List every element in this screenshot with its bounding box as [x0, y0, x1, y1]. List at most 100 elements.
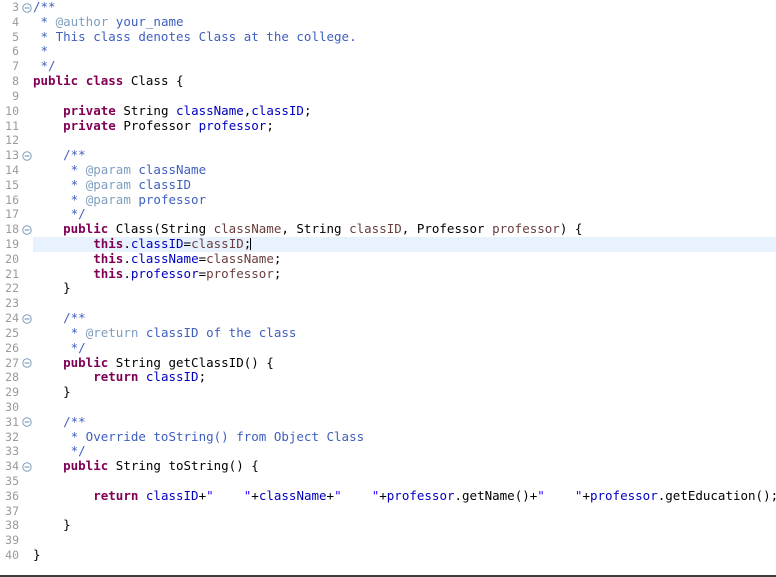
code-line[interactable]: 11 private Professor professor; — [0, 118, 776, 134]
code-line-text[interactable]: this.classID=classID; — [33, 236, 252, 252]
editor-gutter-cell[interactable]: 6 — [0, 44, 33, 60]
editor-gutter-cell[interactable]: 30 — [0, 399, 33, 415]
code-line[interactable]: 5 * This class denotes Class at the coll… — [0, 29, 776, 45]
code-line[interactable]: 10 private String className,classID; — [0, 103, 776, 119]
collapse-minus-circle-icon[interactable] — [22, 150, 32, 161]
code-line[interactable]: 19 this.classID=classID; — [0, 236, 776, 252]
code-line[interactable]: 37 — [0, 503, 776, 519]
code-line-text[interactable]: } — [33, 547, 41, 563]
editor-gutter-cell[interactable]: 22 — [0, 281, 33, 297]
code-line[interactable]: 32 * Override toString() from Object Cla… — [0, 429, 776, 445]
editor-gutter-cell[interactable]: 24 — [0, 311, 33, 326]
code-line-text[interactable]: * This class denotes Class at the colleg… — [33, 29, 357, 45]
code-line-text[interactable]: */ — [33, 206, 86, 222]
code-line[interactable]: 6 * — [0, 44, 776, 60]
editor-gutter-cell[interactable]: 18 — [0, 222, 33, 237]
editor-gutter-cell[interactable]: 19 — [0, 237, 33, 252]
collapse-minus-circle-icon[interactable] — [22, 313, 32, 324]
code-line[interactable]: 36 return classID+" "+className+" "+prof… — [0, 488, 776, 504]
editor-gutter-cell[interactable]: 39 — [0, 533, 33, 549]
code-line[interactable]: 40} — [0, 547, 776, 563]
collapse-minus-circle-icon[interactable] — [22, 417, 32, 427]
code-line[interactable]: 17 */ — [0, 206, 776, 223]
code-line-text[interactable]: this.professor=professor; — [33, 266, 281, 282]
editor-gutter-cell[interactable]: 15 — [0, 177, 33, 193]
editor-gutter-cell[interactable]: 25 — [0, 325, 33, 341]
code-line-text[interactable]: * @param className — [33, 162, 206, 178]
code-line[interactable]: 16 * @param professor — [0, 192, 776, 208]
code-line[interactable]: 31 /** — [0, 414, 776, 430]
code-line-text[interactable]: * @param professor — [33, 192, 206, 208]
code-line[interactable]: 7 */ — [0, 58, 776, 75]
code-area[interactable]: 3/** 4 * @author your_name 5 * This class … — [0, 0, 776, 570]
editor-gutter-cell[interactable]: 23 — [0, 296, 33, 312]
code-line[interactable]: 12 — [0, 133, 776, 149]
code-line-text[interactable]: */ — [33, 340, 86, 356]
editor-gutter-cell[interactable]: 16 — [0, 192, 33, 208]
code-line[interactable]: 14 * @param className — [0, 162, 776, 178]
code-line[interactable]: 34 public String toString() { — [0, 458, 776, 474]
editor-gutter-cell[interactable]: 10 — [0, 103, 33, 119]
collapse-minus-circle-icon[interactable] — [22, 358, 32, 368]
code-line[interactable]: 38 } — [0, 518, 776, 534]
code-line[interactable]: 3 /** — [0, 0, 776, 15]
code-line-text[interactable]: public String getClassID() { — [33, 355, 274, 371]
code-line-text[interactable]: /** — [33, 414, 86, 430]
code-line[interactable]: 15 * @param classID — [0, 177, 776, 193]
code-line-text[interactable]: * Override toString() from Object Class — [33, 429, 365, 445]
code-line[interactable]: 20 this.className=className; — [0, 251, 776, 267]
code-line-text[interactable]: * @param classID — [33, 177, 191, 193]
code-line-text[interactable]: * — [33, 44, 49, 59]
code-line-text[interactable]: /** — [33, 310, 86, 326]
editor-gutter-cell[interactable]: 31 — [0, 414, 33, 430]
code-line[interactable]: 33 */ — [0, 443, 776, 460]
code-line-text[interactable]: * @return classID of the class — [33, 325, 297, 341]
code-line-text[interactable]: return classID+" "+className+" "+profess… — [33, 488, 776, 504]
code-line[interactable]: 28 return classID; — [0, 369, 776, 386]
code-line[interactable]: 30 — [0, 399, 776, 415]
editor-gutter-cell[interactable]: 34 — [0, 459, 33, 474]
code-line[interactable]: 27 public String getClassID() { — [0, 355, 776, 371]
code-line[interactable]: 9 — [0, 88, 776, 104]
editor-gutter-cell[interactable]: 13 — [0, 148, 33, 163]
editor-gutter-cell[interactable]: 11 — [0, 118, 33, 134]
code-line[interactable]: 23 — [0, 296, 776, 312]
code-line-text[interactable]: } — [33, 281, 71, 296]
code-line-text[interactable]: */ — [33, 58, 56, 74]
code-line[interactable]: 25 * @return classID of the class — [0, 325, 776, 341]
editor-gutter-cell[interactable]: 28 — [0, 370, 33, 386]
editor-gutter-cell[interactable]: 17 — [0, 207, 33, 223]
editor-gutter-cell[interactable]: 27 — [0, 355, 33, 371]
collapse-minus-circle-icon[interactable] — [22, 224, 32, 235]
editor-gutter-cell[interactable]: 3 — [0, 0, 33, 15]
editor-gutter-cell[interactable]: 37 — [0, 503, 33, 519]
editor-gutter-cell[interactable]: 33 — [0, 444, 33, 460]
code-line-text[interactable]: private String className,classID; — [33, 103, 311, 119]
code-line-text[interactable]: /** — [33, 147, 86, 163]
java-source-editor[interactable]: 3/** 4 * @author your_name 5 * This class … — [0, 0, 776, 577]
code-line[interactable]: 4 * @author your_name — [0, 14, 776, 30]
code-line-text[interactable]: } — [33, 518, 71, 533]
editor-gutter-cell[interactable]: 21 — [0, 266, 33, 282]
code-line[interactable]: 24 /** — [0, 310, 776, 326]
collapse-minus-circle-icon[interactable] — [22, 2, 32, 13]
editor-gutter-cell[interactable]: 35 — [0, 474, 33, 489]
editor-gutter-cell[interactable]: 7 — [0, 59, 33, 75]
code-line[interactable]: 21 this.professor=professor; — [0, 266, 776, 282]
code-line[interactable]: 39 — [0, 533, 776, 549]
code-line-text[interactable]: public class Class { — [33, 73, 184, 89]
code-line-text[interactable]: * @author your_name — [33, 14, 184, 30]
editor-gutter-cell[interactable]: 40 — [0, 548, 33, 563]
code-line-text[interactable]: /** — [33, 0, 56, 15]
editor-gutter-cell[interactable]: 12 — [0, 133, 33, 149]
code-line-text[interactable]: private Professor professor; — [33, 118, 274, 134]
editor-gutter-cell[interactable]: 9 — [0, 88, 33, 104]
code-line-text[interactable]: public String toString() { — [33, 458, 259, 474]
editor-gutter-cell[interactable]: 26 — [0, 340, 33, 356]
editor-gutter-cell[interactable]: 4 — [0, 14, 33, 30]
code-line[interactable]: 18 public Class(String className, String… — [0, 221, 776, 237]
collapse-minus-circle-icon[interactable] — [22, 461, 32, 472]
code-line[interactable]: 35 — [0, 474, 776, 489]
code-line[interactable]: 8 public class Class { — [0, 73, 776, 89]
editor-gutter-cell[interactable]: 32 — [0, 429, 33, 445]
